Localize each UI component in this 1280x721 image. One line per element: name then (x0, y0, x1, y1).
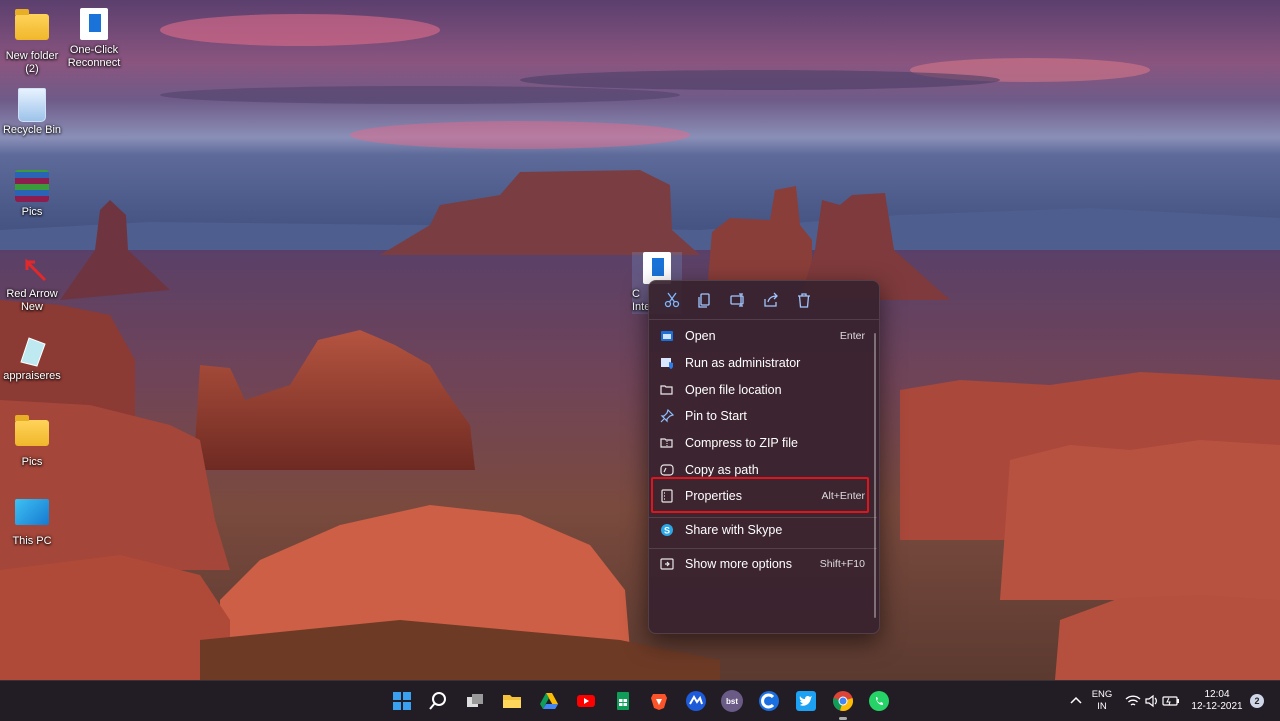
clock-time: 12:04 (1204, 689, 1230, 700)
menu-item-label: Share with Skype (685, 523, 783, 537)
chevron-up-icon[interactable] (1064, 689, 1088, 713)
desktop-icon-appraiseres[interactable]: appraiseres (0, 334, 64, 383)
menu-separator (649, 548, 877, 549)
desktop-icon-label: Pics (21, 456, 43, 468)
wifi-icon[interactable] (1124, 689, 1142, 713)
copy-icon[interactable] (692, 287, 718, 313)
menu-scrollbar[interactable] (874, 333, 876, 618)
context-menu-toolbar (649, 281, 879, 320)
menu-item-label: Show more options (685, 557, 793, 571)
menu-item-compress-zip[interactable]: Compress to ZIP file (653, 430, 873, 456)
desktop-icon-pics-folder[interactable]: Pics (0, 414, 64, 469)
copy-path-icon (659, 462, 675, 478)
menu-item-label: Run as administrator (685, 356, 801, 370)
desktop-icon-one-click-reconnect[interactable]: One-Click Reconnect (62, 8, 126, 70)
menu-item-shortcut: Shift+F10 (819, 558, 865, 570)
region-code: IN (1097, 701, 1107, 712)
youtube-icon[interactable] (574, 689, 598, 713)
app-icon[interactable] (684, 689, 708, 713)
language-code: ENG (1091, 689, 1113, 700)
context-menu: Open Enter Run as administrator Open fil… (648, 280, 880, 634)
shortcut-icon (77, 8, 111, 42)
open-icon (659, 328, 675, 344)
desktop-icon-label: New folder (2) (5, 50, 59, 75)
pin-icon (659, 408, 675, 424)
menu-item-label: Pin to Start (685, 409, 747, 423)
desktop-icon-new-folder[interactable]: New folder (2) (0, 8, 64, 76)
whatsapp-icon[interactable] (867, 689, 891, 713)
desktop-wallpaper (0, 0, 1280, 680)
notification-badge[interactable]: 2 (1250, 694, 1264, 708)
desktop-icon-red-arrow[interactable]: Red Arrow New (0, 252, 64, 314)
volume-icon[interactable] (1143, 689, 1161, 713)
cut-icon[interactable] (659, 287, 685, 313)
delete-icon[interactable] (791, 287, 817, 313)
desktop-icon-recycle-bin[interactable]: Recycle Bin (0, 88, 64, 137)
menu-item-run-as-administrator[interactable]: Run as administrator (653, 350, 873, 376)
bst-icon[interactable]: bst (720, 689, 744, 713)
brave-icon[interactable] (647, 689, 671, 713)
menu-item-label: Open file location (685, 383, 782, 397)
recycle-bin-icon (15, 88, 49, 122)
zip-icon (659, 435, 675, 451)
skype-icon: S (659, 522, 675, 538)
shield-icon (659, 355, 675, 371)
clock-date: 12-12-2021 (1191, 701, 1243, 712)
winrar-icon (15, 170, 49, 204)
share-icon[interactable] (758, 287, 784, 313)
desktop-icon-label: Red Arrow New (6, 288, 58, 313)
desktop-icon-label: This PC (12, 535, 52, 547)
folder-icon (15, 9, 49, 48)
menu-item-shortcut: Enter (839, 330, 865, 342)
taskbar: bst ENG IN 12:04 12-12-2021 2 (0, 680, 1280, 721)
twitter-icon[interactable] (794, 689, 818, 713)
svg-text:S: S (664, 526, 670, 536)
properties-highlight-box (651, 477, 869, 513)
folder-open-icon (659, 382, 675, 398)
task-view-icon[interactable] (463, 689, 487, 713)
ccleaner-icon[interactable] (757, 689, 781, 713)
menu-item-pin-to-start[interactable]: Pin to Start (653, 403, 873, 429)
windows-start-icon[interactable] (390, 689, 414, 713)
desktop-icon-label: appraiseres (3, 370, 61, 382)
search-icon[interactable] (426, 689, 450, 713)
desktop-icon-label: Pics (21, 206, 43, 218)
chrome-icon[interactable] (831, 689, 855, 713)
desktop-icon-label: One-Click Reconnect (67, 44, 121, 69)
glass-icon (15, 334, 49, 368)
menu-item-label: Open (685, 329, 716, 343)
notification-count: 2 (1254, 696, 1260, 706)
folder-icon (15, 415, 49, 454)
desktop-icon-this-pc[interactable]: This PC (0, 496, 64, 548)
more-options-icon (659, 556, 675, 572)
file-explorer-icon[interactable] (500, 689, 524, 713)
menu-item-open[interactable]: Open Enter (653, 323, 873, 349)
menu-item-label: Copy as path (685, 463, 759, 477)
monitor-icon (15, 499, 49, 533)
rename-icon[interactable] (725, 287, 751, 313)
language-indicator[interactable]: ENG IN (1088, 689, 1116, 713)
bst-label: bst (721, 690, 743, 712)
desktop-icon-label: Recycle Bin (2, 124, 62, 136)
menu-item-show-more-options[interactable]: Show more options Shift+F10 (653, 551, 873, 577)
google-drive-icon[interactable] (537, 689, 561, 713)
menu-item-open-file-location[interactable]: Open file location (653, 377, 873, 403)
desktop-icon-pics-archive[interactable]: Pics (0, 170, 64, 219)
menu-item-label: Compress to ZIP file (685, 436, 799, 450)
sheets-icon[interactable] (611, 689, 635, 713)
menu-item-share-with-skype[interactable]: S Share with Skype (653, 517, 873, 543)
clock[interactable]: 12:04 12-12-2021 (1186, 689, 1248, 713)
red-arrow-icon (15, 252, 49, 286)
battery-icon[interactable] (1162, 689, 1180, 713)
